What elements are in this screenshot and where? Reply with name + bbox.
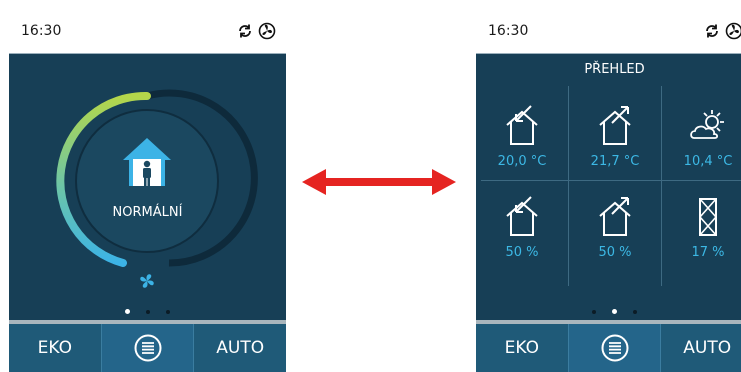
page-dot[interactable] (146, 309, 150, 314)
clock: 16:30 (21, 23, 62, 39)
page-indicator (476, 301, 741, 320)
page-dot[interactable] (166, 309, 170, 314)
supply-air-temp-tile[interactable]: 20,0 °C (476, 104, 568, 169)
mode-label: NORMÁLNÍ (112, 205, 183, 220)
page-dot[interactable] (612, 309, 617, 314)
eko-button[interactable]: EKO (9, 324, 101, 372)
sun-cloud-icon (690, 110, 724, 139)
status-bar: 16:30 (9, 12, 286, 54)
menu-icon (601, 334, 628, 362)
temperature-value: 20,0 °C (497, 154, 547, 169)
house-arrow-in-icon (506, 105, 538, 145)
filter-icon (698, 198, 718, 236)
sync-icon[interactable] (703, 22, 721, 40)
filter-status-tile[interactable]: 17 % (662, 195, 741, 260)
fan-icon[interactable] (258, 22, 276, 40)
menu-button[interactable] (100, 324, 195, 372)
filter-value: 17 % (691, 245, 725, 260)
clock: 16:30 (488, 23, 529, 39)
page-dot[interactable] (125, 309, 130, 314)
house-arrow-in-icon (506, 196, 538, 236)
auto-button[interactable]: AUTO (194, 324, 286, 372)
divider (481, 180, 741, 181)
humidity-value: 50 % (505, 245, 539, 260)
temperature-value: 21,7 °C (590, 154, 640, 169)
bottom-bar: EKO AUTO (9, 324, 286, 372)
menu-button[interactable] (567, 324, 662, 372)
supply-air-humidity-tile[interactable]: 50 % (476, 195, 568, 260)
mode-dial[interactable] (9, 54, 286, 320)
bottom-bar: EKO AUTO (476, 324, 741, 372)
double-arrow-icon (302, 169, 456, 195)
fan-icon[interactable] (725, 22, 741, 40)
fan-small-icon (140, 274, 154, 288)
page-dot[interactable] (633, 309, 637, 314)
extract-air-humidity-tile[interactable]: 50 % (569, 195, 661, 260)
auto-button[interactable]: AUTO (661, 324, 741, 372)
page-indicator (9, 301, 286, 320)
status-bar: 16:30 (476, 12, 741, 54)
humidity-value: 50 % (598, 245, 632, 260)
house-arrow-out-icon (599, 197, 631, 236)
menu-icon (134, 334, 161, 362)
left-screen: 16:30 NORMÁLNÍ EKO AUTO (9, 12, 286, 372)
right-screen: 16:30 PŘEHLED 20,0 °C 21,7 °C 10,4 °C 50… (476, 12, 741, 372)
page-title: PŘEHLED (584, 62, 645, 77)
extract-air-temp-tile[interactable]: 21,7 °C (569, 104, 661, 169)
page-dot[interactable] (592, 309, 596, 314)
eko-button[interactable]: EKO (476, 324, 568, 372)
house-arrow-out-icon (599, 106, 631, 145)
temperature-value: 10,4 °C (683, 154, 733, 169)
sync-icon[interactable] (236, 22, 254, 40)
outdoor-temp-tile[interactable]: 10,4 °C (662, 104, 741, 169)
